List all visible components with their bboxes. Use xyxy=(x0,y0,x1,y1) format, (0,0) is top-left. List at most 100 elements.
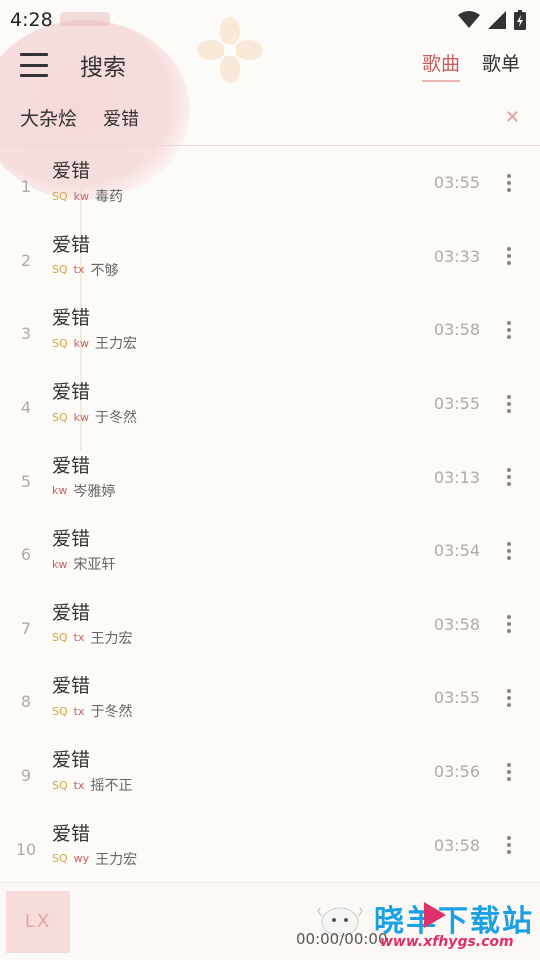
song-title: 爱错 xyxy=(52,454,91,477)
song-duration: 03:33 xyxy=(433,246,480,266)
clear-search-icon[interactable]: ✕ xyxy=(505,107,520,128)
song-info: 爱错 SQ kw 毒药 xyxy=(52,159,420,206)
song-title: 爱错 xyxy=(52,381,91,404)
song-info: 爱错 kw 岑雅婷 xyxy=(52,454,420,501)
song-info: 爱错 SQ tx 不够 xyxy=(52,233,420,280)
player-bar: LX 00:00/00:00 晓羊下载站 www.xfhygs.com xyxy=(0,882,540,960)
song-artist: 王力宏 xyxy=(95,336,138,353)
menu-icon[interactable] xyxy=(20,53,48,77)
status-time: 4:28 xyxy=(10,9,53,31)
source-badge: kw xyxy=(73,410,90,424)
more-options-icon[interactable] xyxy=(498,173,520,192)
song-title: 爱错 xyxy=(52,822,91,845)
more-options-icon[interactable] xyxy=(498,247,520,266)
song-duration: 03:55 xyxy=(433,394,480,414)
song-duration: 03:55 xyxy=(433,688,480,708)
song-index: 7 xyxy=(20,618,32,638)
more-options-icon[interactable] xyxy=(498,394,520,413)
song-title: 爱错 xyxy=(52,675,91,698)
song-artist: 于冬然 xyxy=(95,410,138,427)
song-row[interactable]: 2 爱错 SQ tx 不够 03:33 xyxy=(0,220,540,294)
more-options-icon[interactable] xyxy=(498,688,520,707)
album-cover[interactable]: LX xyxy=(6,890,70,953)
quality-badge: SQ xyxy=(52,263,68,277)
source-badge: kw xyxy=(73,189,90,203)
source-badge: kw xyxy=(52,484,68,498)
source-badge: tx xyxy=(73,263,85,277)
song-meta: SQ kw 王力宏 xyxy=(52,333,420,353)
wifi-icon xyxy=(458,11,480,28)
song-row[interactable]: 8 爱错 SQ tx 于冬然 03:55 xyxy=(0,661,540,735)
song-meta: SQ tx 摇不正 xyxy=(52,775,420,795)
song-meta: SQ wy 王力宏 xyxy=(52,849,420,869)
more-options-icon[interactable] xyxy=(498,836,520,855)
song-duration: 03:58 xyxy=(433,614,480,634)
song-meta: SQ tx 王力宏 xyxy=(52,628,420,648)
song-duration: 03:13 xyxy=(433,467,480,487)
song-artist: 岑雅婷 xyxy=(73,483,116,500)
song-row[interactable]: 10 爱错 SQ wy 王力宏 03:58 xyxy=(0,808,540,882)
tab-songs[interactable]: 歌曲 xyxy=(421,49,460,82)
battery-charging-icon xyxy=(514,10,526,30)
more-options-icon[interactable] xyxy=(498,541,520,560)
song-duration: 03:56 xyxy=(433,762,480,782)
song-row[interactable]: 6 爱错 kw 宋亚轩 03:54 xyxy=(0,514,540,588)
song-list: 1 爱错 SQ kw 毒药 03:55 2 爱错 SQ tx 不够 03:33 3 爱错 SQ kw 王力宏 03… xyxy=(0,146,540,882)
song-row[interactable]: 7 爱错 SQ tx 王力宏 03:58 xyxy=(0,588,540,662)
source-badge: tx xyxy=(73,704,85,718)
song-info: 爱错 SQ kw 王力宏 xyxy=(52,306,420,353)
quality-badge: SQ xyxy=(52,631,68,645)
quality-badge: SQ xyxy=(52,704,68,718)
song-row[interactable]: 9 爱错 SQ tx 摇不正 03:56 xyxy=(0,735,540,809)
song-info: 爱错 SQ tx 摇不正 xyxy=(52,748,420,795)
song-meta: SQ kw 于冬然 xyxy=(52,407,420,427)
quality-badge: SQ xyxy=(52,189,68,203)
more-options-icon[interactable] xyxy=(498,320,520,339)
source-selector[interactable]: 大杂烩 xyxy=(20,104,77,131)
song-title: 爱错 xyxy=(52,233,91,256)
song-meta: kw 岑雅婷 xyxy=(52,481,420,501)
song-row[interactable]: 3 爱错 SQ kw 王力宏 03:58 xyxy=(0,293,540,367)
source-badge: tx xyxy=(73,631,85,645)
song-title: 爱错 xyxy=(52,307,91,330)
song-artist: 毒药 xyxy=(95,189,124,206)
more-options-icon[interactable] xyxy=(498,762,520,781)
song-meta: SQ tx 于冬然 xyxy=(52,701,420,721)
song-index: 3 xyxy=(20,324,32,344)
watermark-url: www.xfhygs.com xyxy=(380,934,514,950)
quality-badge: SQ xyxy=(52,852,68,866)
more-options-icon[interactable] xyxy=(498,615,520,634)
song-title: 爱错 xyxy=(52,160,91,183)
song-index: 9 xyxy=(20,766,32,786)
song-title: 爱错 xyxy=(52,601,91,624)
status-bar: 4:28 xyxy=(0,0,540,40)
song-row[interactable]: 4 爱错 SQ kw 于冬然 03:55 xyxy=(0,367,540,441)
song-row[interactable]: 1 爱错 SQ kw 毒药 03:55 xyxy=(0,146,540,220)
song-artist: 于冬然 xyxy=(90,704,133,721)
song-info: 爱错 SQ tx 王力宏 xyxy=(52,601,420,648)
search-bar: 大杂烩 爱错 ✕ xyxy=(0,90,540,146)
quality-badge: SQ xyxy=(52,410,68,424)
song-meta: SQ tx 不够 xyxy=(52,260,420,280)
source-badge: tx xyxy=(73,778,85,792)
search-input[interactable]: 爱错 xyxy=(103,105,139,131)
page-title: 搜索 xyxy=(80,55,126,81)
song-info: 爱错 SQ tx 于冬然 xyxy=(52,674,420,721)
more-options-icon[interactable] xyxy=(498,468,520,487)
song-index: 8 xyxy=(20,692,32,712)
song-row[interactable]: 5 爱错 kw 岑雅婷 03:13 xyxy=(0,440,540,514)
song-index: 6 xyxy=(20,545,32,565)
tab-playlists[interactable]: 歌单 xyxy=(482,49,520,82)
song-duration: 03:55 xyxy=(433,173,480,193)
song-index: 2 xyxy=(20,250,32,270)
song-index: 4 xyxy=(20,398,32,418)
song-meta: SQ kw 毒药 xyxy=(52,186,420,206)
song-title: 爱错 xyxy=(52,749,91,772)
source-badge: wy xyxy=(73,852,90,866)
song-artist: 摇不正 xyxy=(90,778,133,795)
quality-badge: SQ xyxy=(52,336,68,350)
song-artist: 王力宏 xyxy=(90,630,133,647)
song-duration: 03:58 xyxy=(433,320,480,340)
tab-bar: 歌曲 歌单 xyxy=(421,49,520,82)
signal-icon xyxy=(488,11,506,29)
